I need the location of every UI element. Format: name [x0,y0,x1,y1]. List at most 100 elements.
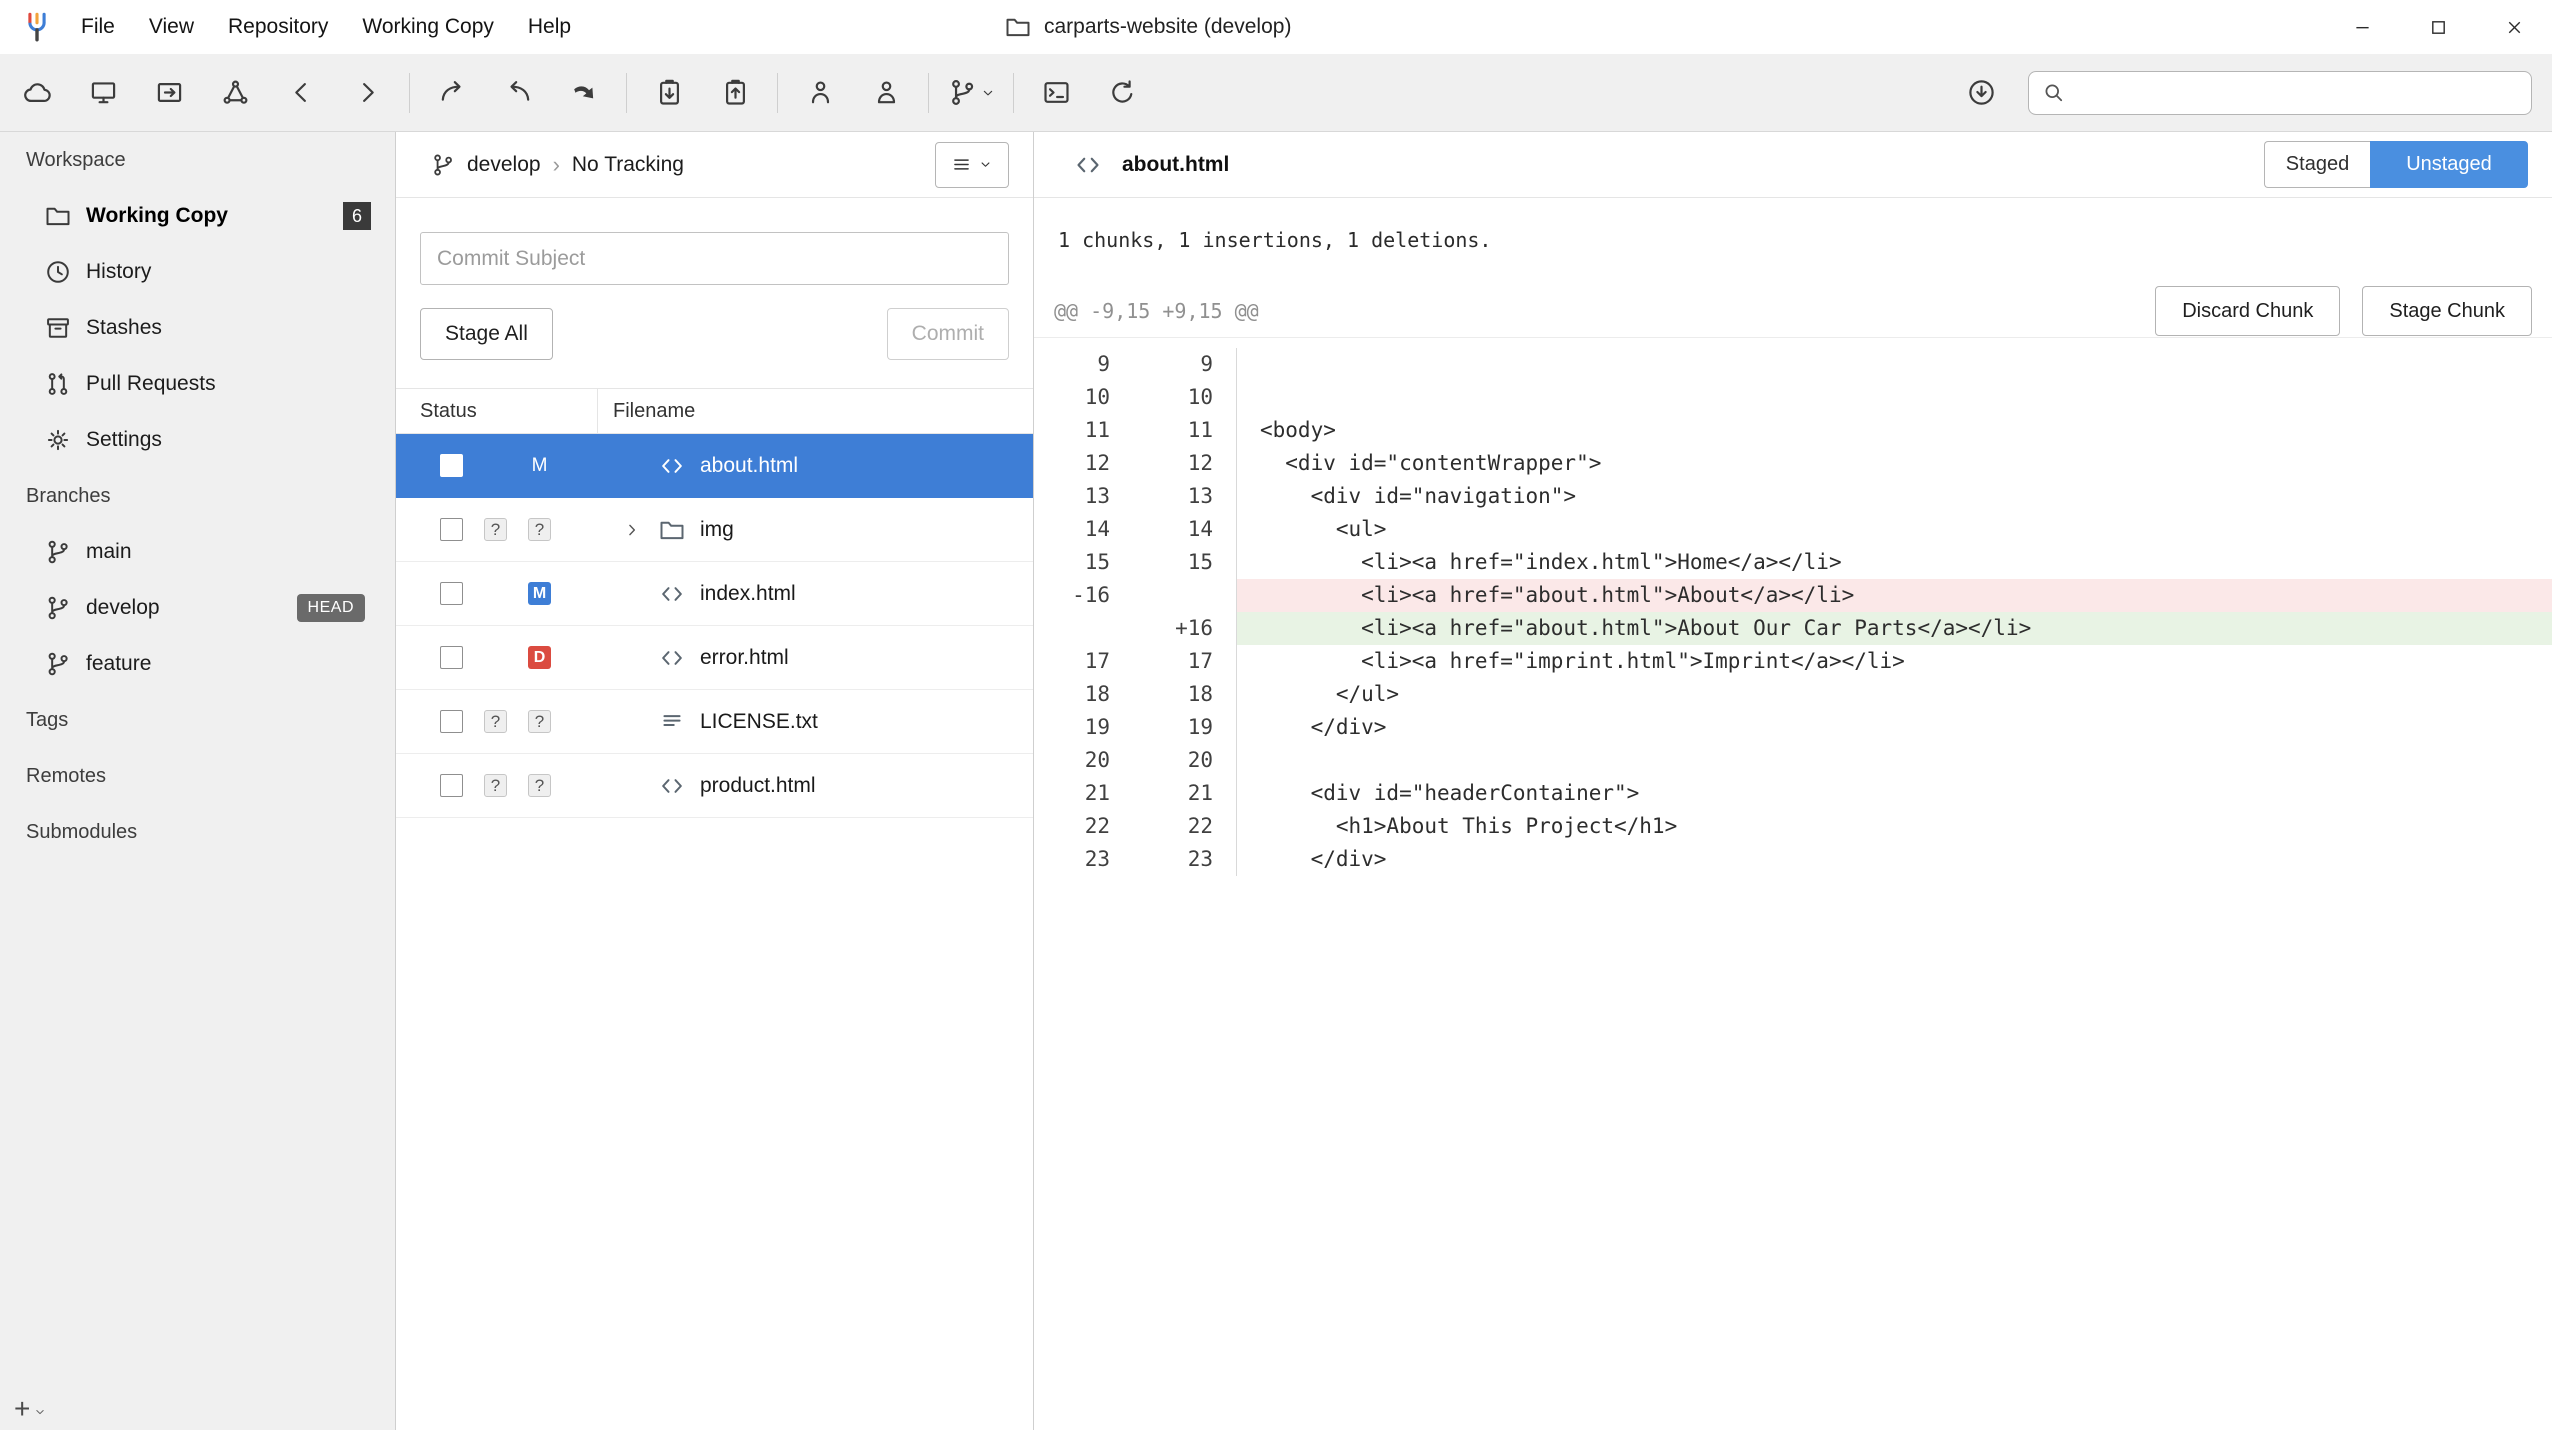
sidebar-item-label: Stashes [86,316,162,340]
branch-icon [44,650,72,678]
toolbar-branch-menu-button[interactable] [942,64,1000,122]
search-input[interactable] [2076,81,2519,104]
status-badge: ? [528,774,551,797]
file-checkbox[interactable] [440,646,463,669]
toolbar-pull-button[interactable] [555,64,613,122]
file-name: img [700,498,734,562]
code-icon [658,772,686,800]
branch-header: develop › No Tracking [396,132,1033,198]
stage-all-button[interactable]: Stage All [420,308,553,360]
new-line-number: 10 [1110,381,1213,414]
minimize-button[interactable] [2324,0,2400,54]
toolbar-terminal-button[interactable] [1027,64,1085,122]
pull-request-icon [44,370,72,398]
chunk-range: @@ -9,15 +9,15 @@ [1054,299,1259,323]
sidebar-item-develop[interactable]: developHEAD [0,580,395,636]
toolbar-open-folder-button[interactable] [140,64,198,122]
sidebar-item-label: feature [86,652,151,676]
gear-icon [44,426,72,454]
menu-file[interactable]: File [64,0,132,54]
sidebar-item-history[interactable]: History [0,244,395,300]
code-text: <h1>About This Project</h1> [1236,810,2552,843]
sidebar-section-tags: Tags [0,692,395,748]
file-checkbox[interactable] [440,774,463,797]
column-filename: Filename [613,400,695,423]
clock-icon [44,258,72,286]
menu-repository[interactable]: Repository [211,0,345,54]
folder-icon [1004,13,1032,41]
diff-line: 99 [1034,348,2552,381]
commit-button[interactable]: Commit [887,308,1009,360]
toolbar-stash-save-button[interactable] [640,64,698,122]
window-controls [2324,0,2552,54]
code-text: <ul> [1236,513,2552,546]
file-checkbox[interactable] [440,582,463,605]
diff-line: 1010 [1034,381,2552,414]
commit-subject-input[interactable] [420,232,1009,285]
stage-chunk-button[interactable]: Stage Chunk [2362,286,2532,336]
status-badge: D [528,646,551,669]
toolbar-person-button[interactable] [791,64,849,122]
sidebar-item-working-copy[interactable]: Working Copy6 [0,188,395,244]
code-icon [658,644,686,672]
menu-working-copy[interactable]: Working Copy [345,0,511,54]
sidebar-item-settings[interactable]: Settings [0,412,395,468]
current-branch[interactable]: develop [467,153,541,177]
toolbar-separator [1013,73,1014,113]
discard-chunk-button[interactable]: Discard Chunk [2155,286,2340,336]
sidebar-item-pull-requests[interactable]: Pull Requests [0,356,395,412]
diff-line: -16 <li><a href="about.html">About</a></… [1034,579,2552,612]
staged-tab[interactable]: Staged [2264,141,2370,188]
file-checkbox[interactable] [440,710,463,733]
toolbar-download-button[interactable] [1952,64,2010,122]
new-line-number: 23 [1110,843,1213,876]
toolbar-separator [626,73,627,113]
diff-line: 2121 <div id="headerContainer"> [1034,777,2552,810]
file-row-license-txt[interactable]: ??LICENSE.txt [396,690,1033,754]
code-text [1236,381,2552,414]
toolbar-fetch-button[interactable] [489,64,547,122]
hamburger-icon [951,154,972,175]
new-line-number [1110,579,1213,612]
maximize-button[interactable] [2400,0,2476,54]
unstaged-tab[interactable]: Unstaged [2370,141,2528,188]
old-line-number: 9 [1034,348,1110,381]
close-button[interactable] [2476,0,2552,54]
main-area: WorkspaceWorking Copy6History Stashes Pull… [0,132,2552,1430]
sidebar-item-main[interactable]: main [0,524,395,580]
folder-icon [44,202,72,230]
toolbar-person-alt-button[interactable] [857,64,915,122]
sidebar-item-feature[interactable]: feature [0,636,395,692]
toolbar-nav-forward-button[interactable] [338,64,396,122]
add-repository-button[interactable]: + [14,1396,47,1422]
file-row-index-html[interactable]: Mindex.html [396,562,1033,626]
chevron-down-icon [978,157,993,172]
toolbar-computer-button[interactable] [74,64,132,122]
sidebar-section-workspace: Workspace [0,132,395,188]
toolbar-right [1948,64,2532,122]
search-box[interactable] [2028,71,2532,115]
toolbar-push-button[interactable] [423,64,481,122]
file-checkbox[interactable] [440,518,463,541]
status-badge: ? [484,710,507,733]
code-text [1236,348,2552,381]
toolbar-nav-back-button[interactable] [272,64,330,122]
toolbar-refresh-button[interactable] [1093,64,1151,122]
file-list-options-button[interactable] [935,142,1009,188]
sidebar-item-stashes[interactable]: Stashes [0,300,395,356]
pull-icon [569,77,600,108]
fork-app-icon[interactable] [20,10,54,44]
menu-help[interactable]: Help [511,0,588,54]
file-row-about-html[interactable]: Mabout.html [396,434,1033,498]
diff-line: 2222 <h1>About This Project</h1> [1034,810,2552,843]
file-row-error-html[interactable]: Derror.html [396,626,1033,690]
file-row-img[interactable]: ??img [396,498,1033,562]
toolbar-network-button[interactable] [206,64,264,122]
expand-chevron-icon[interactable] [622,520,642,540]
download-icon [1966,77,1997,108]
file-row-product-html[interactable]: ??product.html [396,754,1033,818]
toolbar-stash-pop-button[interactable] [706,64,764,122]
menu-view[interactable]: View [132,0,211,54]
file-checkbox[interactable] [440,454,463,477]
toolbar-repository-button[interactable] [8,64,66,122]
